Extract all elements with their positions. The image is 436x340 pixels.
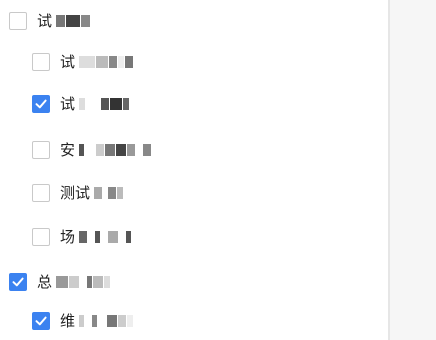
option-7-label: 总 bbox=[37, 273, 53, 291]
option-row-3[interactable]: 试 bbox=[32, 91, 130, 117]
option-3-label: 试 bbox=[60, 95, 76, 113]
option-row-4[interactable]: 安 bbox=[32, 137, 152, 163]
redacted-text bbox=[79, 231, 132, 243]
option-8-label: 维 bbox=[60, 312, 76, 330]
redacted-text bbox=[79, 98, 130, 110]
option-row-6[interactable]: 场 bbox=[32, 224, 132, 250]
option-3-checkbox[interactable] bbox=[32, 95, 50, 113]
checkbox-tree-panel: 试 试 试 安 测试 场 总 维 bbox=[0, 0, 388, 340]
option-row-8[interactable]: 维 bbox=[32, 308, 134, 334]
option-2-checkbox[interactable] bbox=[32, 53, 50, 71]
option-6-label: 场 bbox=[60, 228, 76, 246]
redacted-text bbox=[94, 187, 124, 199]
redacted-text bbox=[56, 276, 111, 288]
scroll-area[interactable] bbox=[390, 0, 436, 340]
option-row-7[interactable]: 总 bbox=[9, 269, 111, 295]
redacted-text bbox=[79, 56, 134, 68]
option-6-checkbox[interactable] bbox=[32, 228, 50, 246]
option-row-1[interactable]: 试 bbox=[9, 8, 91, 34]
option-7-checkbox[interactable] bbox=[9, 273, 27, 291]
check-icon bbox=[35, 316, 47, 326]
option-1-label: 试 bbox=[37, 12, 53, 30]
option-4-checkbox[interactable] bbox=[32, 141, 50, 159]
option-1-checkbox[interactable] bbox=[9, 12, 27, 30]
option-row-5[interactable]: 测试 bbox=[32, 180, 124, 206]
option-5-checkbox[interactable] bbox=[32, 184, 50, 202]
redacted-text bbox=[79, 144, 152, 156]
check-icon bbox=[35, 99, 47, 109]
option-8-checkbox[interactable] bbox=[32, 312, 50, 330]
redacted-text bbox=[56, 15, 91, 27]
option-5-label: 测试 bbox=[60, 184, 91, 202]
option-row-2[interactable]: 试 bbox=[32, 49, 134, 75]
check-icon bbox=[12, 277, 24, 287]
redacted-text bbox=[79, 315, 134, 327]
option-2-label: 试 bbox=[60, 53, 76, 71]
option-4-label: 安 bbox=[60, 141, 76, 159]
